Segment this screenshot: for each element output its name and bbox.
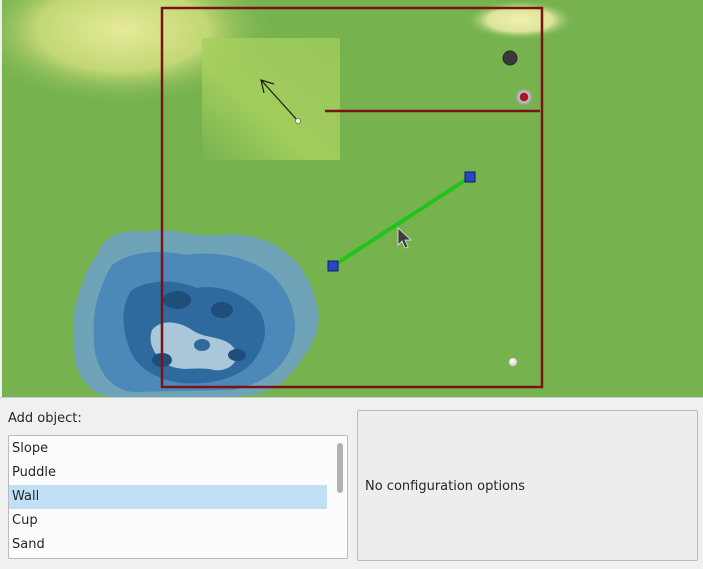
list-scrollbar[interactable] — [334, 437, 346, 557]
list-item-cup[interactable]: Cup — [9, 509, 327, 533]
wall-end-handle[interactable] — [464, 171, 476, 183]
black-hole[interactable] — [516, 89, 532, 105]
list-item-sand[interactable]: Sand — [9, 533, 327, 557]
add-object-list[interactable]: Slope Puddle Wall Cup Sand — [8, 435, 348, 559]
configuration-panel: No configuration options — [357, 410, 698, 561]
slope[interactable] — [202, 38, 340, 160]
panel-divider — [0, 397, 703, 398]
wall-start-handle[interactable] — [327, 260, 339, 272]
list-item-puddle[interactable]: Puddle — [9, 461, 327, 485]
add-object-label: Add object: — [8, 411, 82, 426]
config-message: No configuration options — [365, 479, 526, 494]
puddle[interactable] — [72, 230, 319, 397]
course-canvas[interactable] — [2, 0, 703, 397]
list-item-slope[interactable]: Slope — [9, 437, 327, 461]
sand-patch[interactable] — [465, 0, 575, 40]
hole[interactable] — [502, 50, 518, 66]
ball[interactable] — [508, 357, 518, 367]
list-scrollbar-thumb[interactable] — [337, 443, 343, 493]
list-item-wall[interactable]: Wall — [9, 485, 327, 509]
